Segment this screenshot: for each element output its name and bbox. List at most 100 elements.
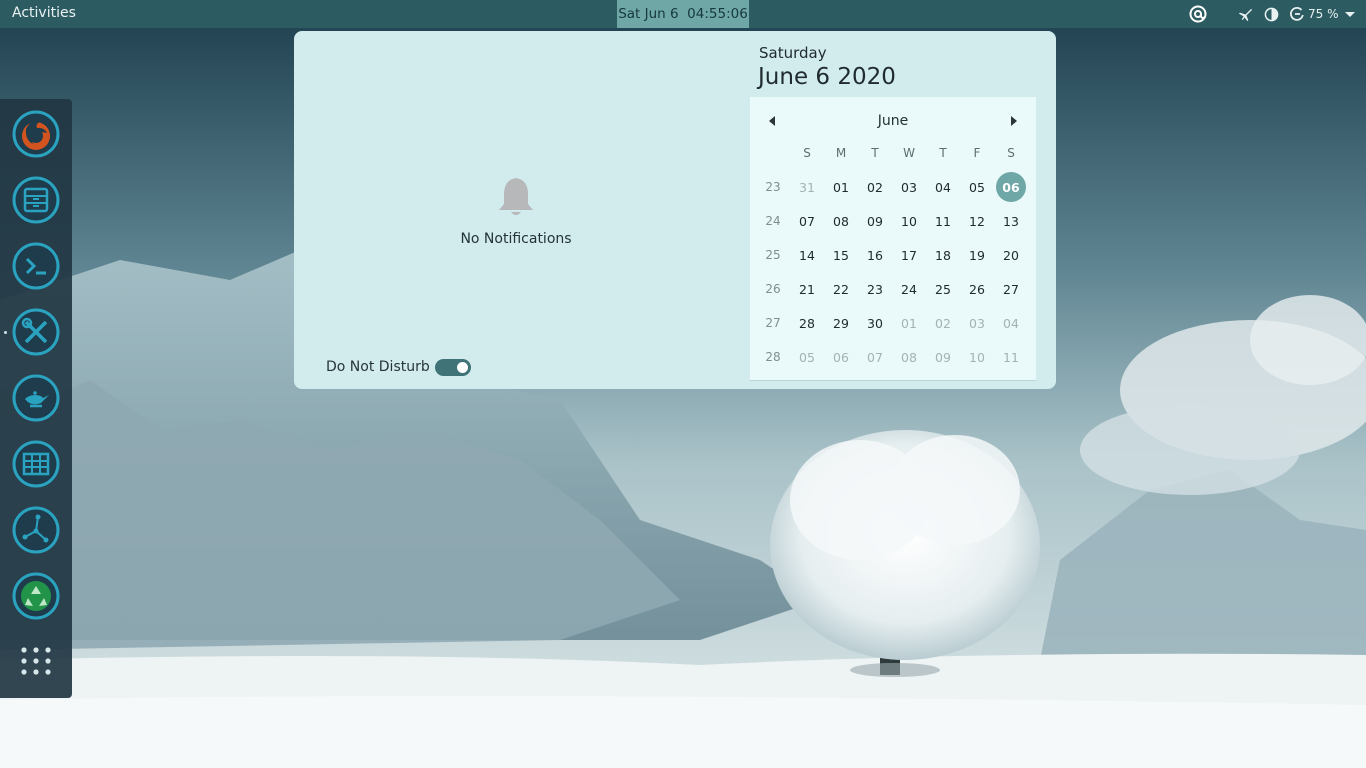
month-calendar: June S M T W T F S 23 31 01 02 03 04 05 … [750,97,1036,381]
calendar-day[interactable]: 03 [960,306,994,340]
dock [0,99,72,698]
power-icon [1290,7,1304,21]
calendar-day[interactable]: 06 [824,340,858,374]
tools-icon [12,308,60,356]
night-light-icon[interactable] [1264,0,1279,28]
weekday-header: F [973,146,981,160]
week-number-header [756,136,790,170]
calendar-day[interactable]: 08 [824,204,858,238]
calendar-day[interactable]: 21 [790,272,824,306]
calendar-day[interactable]: 07 [858,340,892,374]
calendar-day[interactable]: 09 [858,204,892,238]
calendar-day[interactable]: 13 [994,204,1028,238]
calendar-day[interactable]: 04 [926,170,960,204]
calendar-day[interactable]: 14 [790,238,824,272]
calendar-day-today[interactable]: 06 [994,170,1028,204]
calendar-day[interactable]: 24 [892,272,926,306]
recycle-icon [12,572,60,620]
weekday-header: T [939,146,947,160]
file-cabinet-icon [12,176,60,224]
airplane-mode-icon[interactable] [1238,0,1253,28]
calendar-day[interactable]: 18 [926,238,960,272]
weekday-header: T [871,146,879,160]
calendar-day[interactable]: 25 [926,272,960,306]
calendar-day[interactable]: 08 [892,340,926,374]
top-bar: Activities Sat Jun 6 04:55:06 75 % [0,0,1366,28]
at-sign-icon[interactable] [1188,0,1208,28]
weekday-header: W [903,146,915,160]
calendar-day[interactable]: 30 [858,306,892,340]
calendar-day[interactable]: 23 [858,272,892,306]
firefox-icon [12,110,60,158]
graph-nodes-icon [12,506,60,554]
genie-launcher[interactable] [11,373,61,423]
spreadsheet-icon [12,440,60,488]
date-menu-popover: No Notifications Do Not Disturb Saturday… [294,31,1056,389]
running-indicator [4,331,7,334]
calendar-day[interactable]: 16 [858,238,892,272]
spreadsheet-launcher[interactable] [11,439,61,489]
calendar-day[interactable]: 15 [824,238,858,272]
full-date-heading[interactable]: June 6 2020 [758,64,896,90]
calendar-day[interactable]: 27 [994,272,1028,306]
terminal-icon [12,242,60,290]
today-highlight: 06 [996,172,1026,202]
calendar-day[interactable]: 01 [824,170,858,204]
battery-percentage: 75 % [1308,7,1339,21]
week-number: 23 [765,180,781,194]
chevron-right-icon [1011,116,1017,126]
calendar-day[interactable]: 07 [790,204,824,238]
week-number: 27 [765,316,781,330]
calendar-day[interactable]: 02 [926,306,960,340]
files-launcher[interactable] [11,175,61,225]
date-time-clock[interactable]: Sat Jun 6 04:55:06 [617,0,749,28]
calendar-day[interactable]: 12 [960,204,994,238]
calendar-day[interactable]: 29 [824,306,858,340]
calendar-day[interactable]: 26 [960,272,994,306]
firefox-launcher[interactable] [11,109,61,159]
activities-button[interactable]: Activities [12,5,76,21]
weekday-header: S [803,146,811,160]
calendar-day[interactable]: 04 [994,306,1028,340]
power-menu[interactable]: 75 % [1289,0,1357,28]
calendar-grid: S M T W T F S 23 31 01 02 03 04 05 06 24… [756,136,1028,374]
show-applications[interactable] [11,639,61,689]
genie-lamp-icon [12,374,60,422]
calendar-day[interactable]: 22 [824,272,858,306]
calendar-day[interactable]: 09 [926,340,960,374]
calendar-day[interactable]: 11 [926,204,960,238]
month-label: June [877,113,909,129]
calendar-day[interactable]: 17 [892,238,926,272]
calendar-day[interactable]: 11 [994,340,1028,374]
app-grid-icon [21,647,51,675]
calendar-day[interactable]: 31 [790,170,824,204]
weekday-header: S [1007,146,1015,160]
calendar-day[interactable]: 20 [994,238,1028,272]
trash-launcher[interactable] [11,571,61,621]
calendar-day[interactable]: 02 [858,170,892,204]
calendar-day[interactable]: 05 [960,170,994,204]
toggle-knob [457,362,468,373]
no-notifications-text: No Notifications [460,231,572,247]
calendar-day[interactable]: 28 [790,306,824,340]
settings-launcher[interactable] [11,307,61,357]
network-launcher[interactable] [11,505,61,555]
week-number: 25 [765,248,781,262]
bell-icon [499,178,533,215]
do-not-disturb-label: Do Not Disturb [326,359,430,375]
next-month-button[interactable] [1006,113,1020,127]
do-not-disturb-toggle[interactable] [435,359,471,376]
weekday-header: M [835,146,847,160]
week-number: 24 [765,214,781,228]
calendar-day[interactable]: 19 [960,238,994,272]
calendar-day[interactable]: 01 [892,306,926,340]
calendar-day[interactable]: 05 [790,340,824,374]
calendar-day[interactable]: 10 [960,340,994,374]
terminal-launcher[interactable] [11,241,61,291]
week-number: 26 [765,282,781,296]
dropdown-arrow-icon [1344,12,1355,17]
weekday-heading[interactable]: Saturday [759,44,827,62]
calendar-day[interactable]: 03 [892,170,926,204]
calendar-day[interactable]: 10 [892,204,926,238]
week-number: 28 [765,350,781,364]
